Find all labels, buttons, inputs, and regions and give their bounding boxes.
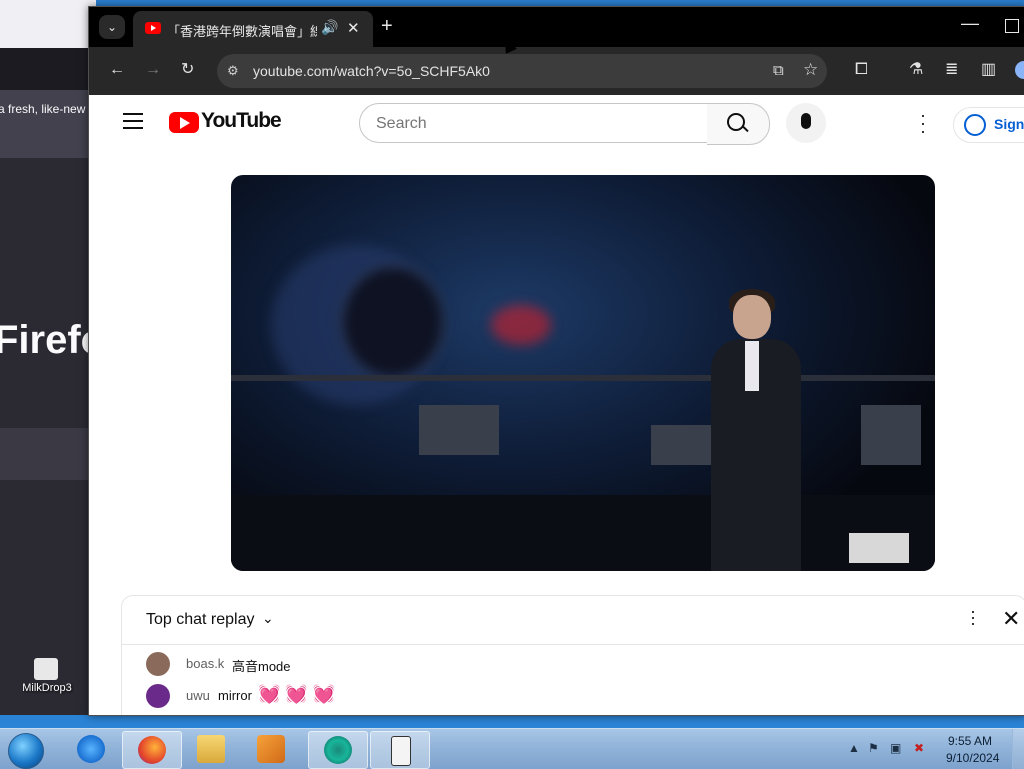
- search-icon: [727, 113, 745, 131]
- chat-author[interactable]: boas.k: [186, 656, 224, 671]
- avatar[interactable]: [146, 652, 170, 676]
- chat-text: 高音mode: [232, 659, 291, 674]
- chat-text: mirror: [218, 688, 252, 703]
- taskbar-chrome[interactable]: [308, 731, 368, 769]
- background-firefox-window[interactable]: a fresh, like-new Firefo: [0, 0, 96, 715]
- taskbar-media[interactable]: [242, 731, 300, 767]
- menu-icon[interactable]: [123, 113, 143, 129]
- chat-header: Top chat replay ⌄ · · · ✕: [122, 596, 1024, 645]
- desktop-icon-milkdrop[interactable]: MilkDrop3: [8, 658, 86, 704]
- avatar[interactable]: [146, 684, 170, 708]
- search-input[interactable]: [360, 104, 698, 144]
- microphone-icon: [801, 113, 811, 129]
- address-bar[interactable]: ⚙ youtube.com/watch?v=5o_SCHF5Ak0 ⧉ ☆: [217, 54, 827, 88]
- side-panel-icon[interactable]: ▥: [981, 61, 996, 79]
- stage-light-fixture: [861, 405, 921, 465]
- taskbar-firefox[interactable]: [122, 731, 182, 769]
- reload-icon[interactable]: ↻: [181, 61, 194, 79]
- more-options-icon[interactable]: · · ·: [919, 106, 927, 140]
- chat-close-icon[interactable]: ✕: [1002, 606, 1020, 632]
- sign-in-button[interactable]: Sign: [953, 107, 1024, 143]
- speaker-icon[interactable]: 🔊: [321, 19, 338, 36]
- background-window-strip: [0, 428, 96, 480]
- network-icon[interactable]: ▣: [890, 741, 901, 755]
- start-button[interactable]: [4, 731, 44, 769]
- action-center-flag-icon[interactable]: ⚑: [868, 741, 879, 755]
- media-controls-icon[interactable]: ≣: [945, 61, 958, 79]
- youtube-wordmark[interactable]: YouTube: [201, 109, 282, 133]
- chat-more-icon[interactable]: · · ·: [970, 602, 976, 632]
- chat-author[interactable]: uwu: [186, 688, 210, 703]
- chat-replay-panel: Top chat replay ⌄ · · · ✕ boas.k 高音mode uw…: [121, 595, 1024, 715]
- maximize-button[interactable]: [1005, 19, 1019, 33]
- clock-date[interactable]: 9/10/2024: [946, 751, 999, 765]
- youtube-logo-icon[interactable]: [169, 112, 199, 133]
- drum: [341, 265, 445, 379]
- browser-tab[interactable]: 「香港跨年倒數演唱會」線上 🔊 ✕: [133, 11, 373, 47]
- tab-search-button[interactable]: ⌄: [99, 15, 125, 39]
- browser-titlebar: ⌄ 「香港跨年倒數演唱會」線上 🔊 ✕ + —: [89, 7, 1024, 47]
- background-window-banner: a fresh, like-new: [0, 90, 96, 158]
- singer: [701, 289, 811, 571]
- site-info-icon[interactable]: ⚙: [227, 63, 239, 79]
- new-tab-button[interactable]: +: [381, 15, 393, 37]
- extensions-icon[interactable]: ⧠: [855, 61, 868, 79]
- folder-icon: [197, 735, 225, 763]
- tab-close-button[interactable]: ✕: [347, 19, 360, 37]
- chevron-down-icon[interactable]: ⌄: [262, 610, 274, 627]
- taskbar: ▲ ⚑ ▣ ✖ 9:55 AM 9/10/2024: [0, 728, 1024, 769]
- sign-in-label: Sign: [994, 116, 1024, 132]
- chrome-icon: [324, 736, 352, 764]
- background-window-topbar: [0, 0, 96, 49]
- chat-message[interactable]: uwu mirror 💓 💓 💓: [146, 684, 446, 708]
- back-arrow-icon[interactable]: ←: [109, 61, 125, 79]
- media-player-icon: [257, 735, 285, 763]
- chat-message[interactable]: boas.k 高音mode: [146, 652, 446, 676]
- tab-title: 「香港跨年倒數演唱會」線上: [167, 24, 317, 39]
- profile-avatar-icon[interactable]: [1015, 61, 1024, 79]
- search-button[interactable]: [707, 103, 770, 145]
- stage-light-fixture: [419, 405, 499, 455]
- taskbar-explorer[interactable]: [182, 731, 240, 767]
- stage-rail: [231, 375, 935, 381]
- video-player[interactable]: [231, 175, 935, 571]
- chat-mode-dropdown[interactable]: Top chat replay: [146, 611, 255, 629]
- taskbar-ie[interactable]: [62, 731, 120, 767]
- url-text[interactable]: youtube.com/watch?v=5o_SCHF5Ak0: [253, 63, 490, 79]
- youtube-favicon-icon: [145, 22, 161, 34]
- desktop-icon-label: MilkDrop3: [22, 682, 72, 694]
- install-app-icon[interactable]: ⧉: [773, 62, 784, 79]
- account-icon: [964, 114, 986, 136]
- browser-window: ⌄ 「香港跨年倒數演唱會」線上 🔊 ✕ + — ← → ↻ ⚙ youtube.…: [88, 6, 1024, 716]
- milkdrop-icon: [34, 658, 58, 680]
- stage-light: [491, 305, 551, 345]
- search-box: [359, 103, 709, 144]
- firefox-icon: [138, 736, 166, 764]
- bookmark-star-icon[interactable]: ☆: [803, 60, 818, 80]
- internet-explorer-icon: [77, 735, 105, 763]
- minimize-button[interactable]: —: [961, 13, 979, 34]
- voice-search-button[interactable]: [786, 103, 826, 143]
- windows-logo-icon: [8, 733, 44, 769]
- show-hidden-icons-icon[interactable]: ▲: [848, 741, 860, 755]
- app-3-icon: [391, 736, 411, 766]
- stage-floor: [231, 495, 935, 571]
- forward-arrow-icon[interactable]: →: [145, 61, 161, 79]
- heart-emoji: 💓 💓 💓: [258, 684, 336, 704]
- system-tray: ▲ ⚑ ▣ ✖ 9:55 AM 9/10/2024: [842, 729, 1024, 769]
- labs-flask-icon[interactable]: ⚗: [909, 61, 923, 79]
- taskbar-app3[interactable]: [370, 731, 430, 769]
- show-desktop-button[interactable]: [1012, 729, 1024, 769]
- banner-text: a fresh, like-new: [0, 102, 86, 116]
- stage-monitor: [849, 533, 909, 563]
- browser-toolbar: ← → ↻ ⚙ youtube.com/watch?v=5o_SCHF5Ak0 …: [89, 47, 1024, 95]
- background-window-tabbar: [0, 48, 96, 90]
- youtube-page: YouTube ··· Sign: [89, 95, 1024, 715]
- firefox-title-fragment: Firefo: [0, 318, 96, 362]
- clock-time[interactable]: 9:55 AM: [948, 734, 992, 748]
- volume-muted-icon[interactable]: ✖: [914, 741, 924, 755]
